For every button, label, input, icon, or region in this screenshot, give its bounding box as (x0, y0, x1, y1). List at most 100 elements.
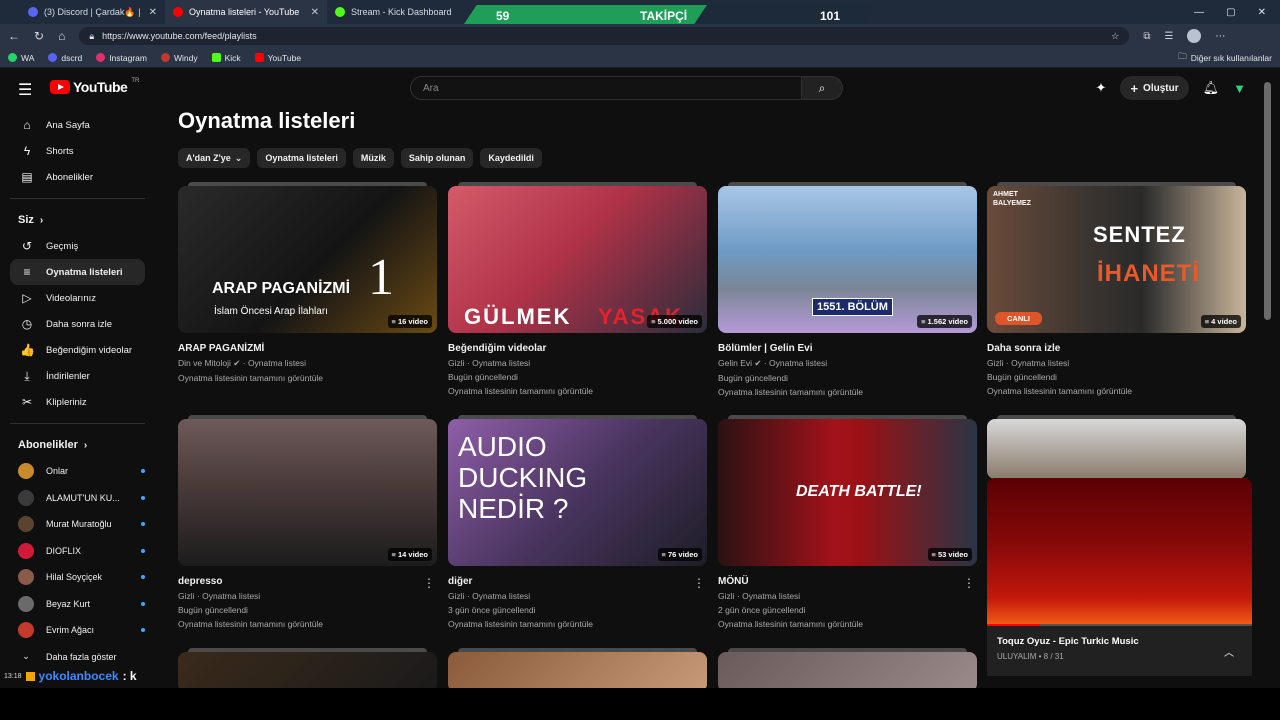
miniplayer-progress[interactable] (987, 624, 1252, 626)
playlist-card[interactable]: ≡ 14 video depresso Gizli · Oynatma list… (178, 415, 437, 629)
extensions-icon[interactable]: ⧉ (1143, 31, 1150, 42)
maximize-icon[interactable]: ▢ (1226, 7, 1235, 18)
other-bookmarks[interactable]: 🗀 Diğer sık kullanılanlar (1178, 51, 1272, 65)
playlist-thumbnail[interactable]: DEATH BATTLE! ≡ 53 video (718, 419, 977, 566)
youtube-logo[interactable]: YouTube TR (50, 78, 139, 95)
refresh-icon[interactable]: ↻ (34, 29, 44, 43)
sidebar-item-home[interactable]: ⌂ Ana Sayfa (10, 112, 145, 138)
subscription-item[interactable]: Murat Muratoğlu (10, 511, 145, 538)
playlist-card[interactable] (448, 648, 707, 688)
sidebar-item-playlists[interactable]: ≡ Oynatma listeleri (10, 259, 145, 285)
playlist-title[interactable]: diğer (448, 576, 707, 587)
sidebar-item-shorts[interactable]: ϟ Shorts (10, 138, 145, 164)
bookmark-kick[interactable]: Kick (211, 53, 241, 63)
sidebar-section-subscriptions[interactable]: Abonelikler › (10, 432, 145, 458)
view-full-playlist-link[interactable]: Oynatma listesinin tamamını görüntüle (448, 386, 707, 396)
playlist-thumbnail[interactable]: 1551. BÖLÜM ≡ 1.562 video (718, 186, 977, 333)
playlist-title[interactable]: depresso (178, 576, 437, 587)
playlist-thumbnail[interactable]: AHMET BALYEMEZ SENTEZ İHANETİ CANLI ≡ 4 … (987, 186, 1246, 333)
playlist-card[interactable] (718, 648, 977, 688)
playlist-card[interactable]: ARAP PAGANİZMİ 1 İslam Öncesi Arap İlahl… (178, 182, 437, 383)
studio-icon[interactable]: ✦ (1096, 80, 1107, 96)
playlist-card[interactable]: AUDIO DUCKING NEDİR ? ≡ 76 video diğer G… (448, 415, 707, 629)
more-icon[interactable]: ⋯ (1215, 31, 1225, 42)
hamburger-menu-icon[interactable]: ☰ (18, 80, 32, 100)
close-window-icon[interactable]: ✕ (1258, 7, 1266, 18)
scrollbar-thumb[interactable] (1264, 82, 1271, 320)
playlist-thumbnail[interactable]: ≡ 14 video (178, 419, 437, 566)
view-full-playlist-link[interactable]: Oynatma listesinin tamamını görüntüle (987, 386, 1246, 396)
home-icon[interactable]: ⌂ (58, 29, 65, 43)
sidebar-item-liked-videos[interactable]: 👍 Beğendiğim videolar (10, 337, 145, 363)
favorites-icon[interactable]: ☰ (1164, 31, 1173, 42)
bookmark-youtube[interactable]: YouTube (254, 53, 301, 63)
chip-owned[interactable]: Sahip olunan (400, 148, 474, 168)
subscription-item[interactable]: Onlar (10, 458, 145, 485)
sidebar-item-your-videos[interactable]: ▷ Videolarınız (10, 285, 145, 311)
playlist-thumbnail[interactable]: GÜLMEK YASAK ≡ 5.000 video (448, 186, 707, 333)
minimize-icon[interactable]: — (1194, 7, 1204, 18)
sort-chip[interactable]: A'dan Z'ye ⌄ (178, 148, 251, 168)
chip-saved[interactable]: Kaydedildi (480, 148, 542, 168)
sidebar-section-you[interactable]: Siz › (10, 207, 145, 233)
view-full-playlist-link[interactable]: Oynatma listesinin tamamını görüntüle (718, 387, 977, 397)
create-button[interactable]: + Oluştur (1120, 76, 1189, 100)
subscription-item[interactable]: Beyaz Kurt (10, 591, 145, 618)
playlist-thumbnail[interactable]: ARAP PAGANİZMİ 1 İslam Öncesi Arap İlahl… (178, 186, 437, 333)
playlist-thumbnail[interactable] (987, 419, 1246, 479)
more-actions-icon[interactable]: ⋮ (963, 576, 975, 590)
view-full-playlist-link[interactable]: Oynatma listesinin tamamını görüntüle (448, 619, 707, 629)
notifications-bell-icon[interactable]: 🔔︎ (1203, 80, 1220, 96)
star-icon[interactable]: ☆ (1111, 31, 1119, 42)
subscription-item[interactable]: Evrim Ağacı (10, 617, 145, 644)
miniplayer[interactable]: Toquz Oyuz - Epic Turkic Music ULUYALIM … (987, 478, 1252, 676)
tab-kick[interactable]: Stream - Kick Dashboard (327, 0, 462, 24)
bookmark-wa[interactable]: WA (8, 53, 34, 63)
chip-music[interactable]: Müzik (352, 148, 394, 168)
back-arrow-icon[interactable]: ← (8, 29, 20, 43)
playlist-title[interactable]: MÖNÜ (718, 576, 977, 587)
subscription-item[interactable]: Hilal Soyçiçek (10, 564, 145, 591)
more-actions-icon[interactable]: ⋮ (423, 576, 435, 590)
playlist-card[interactable]: GÜLMEK YASAK ≡ 5.000 video Beğendiğim vi… (448, 182, 707, 396)
bookmark-windy[interactable]: Windy (160, 53, 198, 63)
playlist-title[interactable]: Daha sonra izle (987, 343, 1246, 354)
account-avatar-icon[interactable]: ▼ (1233, 81, 1246, 96)
playlist-card[interactable]: AHMET BALYEMEZ SENTEZ İHANETİ CANLI ≡ 4 … (987, 182, 1246, 396)
playlist-thumbnail[interactable] (718, 652, 977, 688)
view-full-playlist-link[interactable]: Oynatma listesinin tamamını görüntüle (178, 373, 437, 383)
url-field[interactable]: 🔒︎ https://www.youtube.com/feed/playlist… (79, 27, 1130, 45)
playlist-title[interactable]: Bölümler | Gelin Evi (718, 343, 977, 354)
tab-discord[interactable]: (3) Discord | Çardak🔥 | Seli ✕ (0, 0, 165, 24)
sidebar-item-history[interactable]: ↺ Geçmiş (10, 233, 145, 259)
playlist-card[interactable]: 1551. BÖLÜM ≡ 1.562 video Bölümler | Gel… (718, 182, 977, 397)
playlist-thumbnail[interactable] (178, 652, 437, 688)
playlist-card[interactable] (987, 415, 1246, 479)
tab-youtube[interactable]: Oynatma listeleri - YouTube ✕ (165, 0, 327, 24)
subscription-item[interactable]: DIOFLIX (10, 538, 145, 565)
more-actions-icon[interactable]: ⋮ (693, 576, 705, 590)
bookmark-instagram[interactable]: Instagram (96, 53, 147, 63)
subscription-item[interactable]: ALAMUT'UN KU... (10, 485, 145, 512)
search-button[interactable]: ⌕ (801, 76, 843, 100)
playlist-thumbnail[interactable]: AUDIO DUCKING NEDİR ? ≡ 76 video (448, 419, 707, 566)
playlist-card[interactable] (178, 648, 437, 688)
search-input[interactable]: Ara (410, 76, 802, 100)
playlist-card[interactable]: DEATH BATTLE! ≡ 53 video MÖNÜ Gizli · Oy… (718, 415, 977, 629)
sidebar-item-subscriptions[interactable]: ▤ Abonelikler (10, 164, 145, 190)
chip-playlists[interactable]: Oynatma listeleri (257, 148, 346, 168)
playlist-thumbnail[interactable] (448, 652, 707, 688)
close-tab-icon[interactable]: ✕ (149, 7, 157, 18)
view-full-playlist-link[interactable]: Oynatma listesinin tamamını görüntüle (178, 619, 437, 629)
chevron-up-icon[interactable]: ︿ (1224, 644, 1234, 659)
profile-icon[interactable] (1187, 29, 1202, 43)
sidebar-item-clips[interactable]: ✂ Klipleriniz (10, 389, 145, 415)
sidebar-item-downloads[interactable]: ⤓ İndirilenler (10, 363, 145, 389)
scrollbar[interactable] (1263, 70, 1272, 688)
close-tab-icon[interactable]: ✕ (311, 7, 319, 18)
sidebar-item-watch-later[interactable]: ◷ Daha sonra izle (10, 311, 145, 337)
playlist-title[interactable]: ARAP PAGANİZMİ (178, 343, 437, 354)
view-full-playlist-link[interactable]: Oynatma listesinin tamamını görüntüle (718, 619, 977, 629)
bookmark-dscrd[interactable]: dscrd (48, 53, 82, 63)
miniplayer-video[interactable] (987, 478, 1252, 624)
